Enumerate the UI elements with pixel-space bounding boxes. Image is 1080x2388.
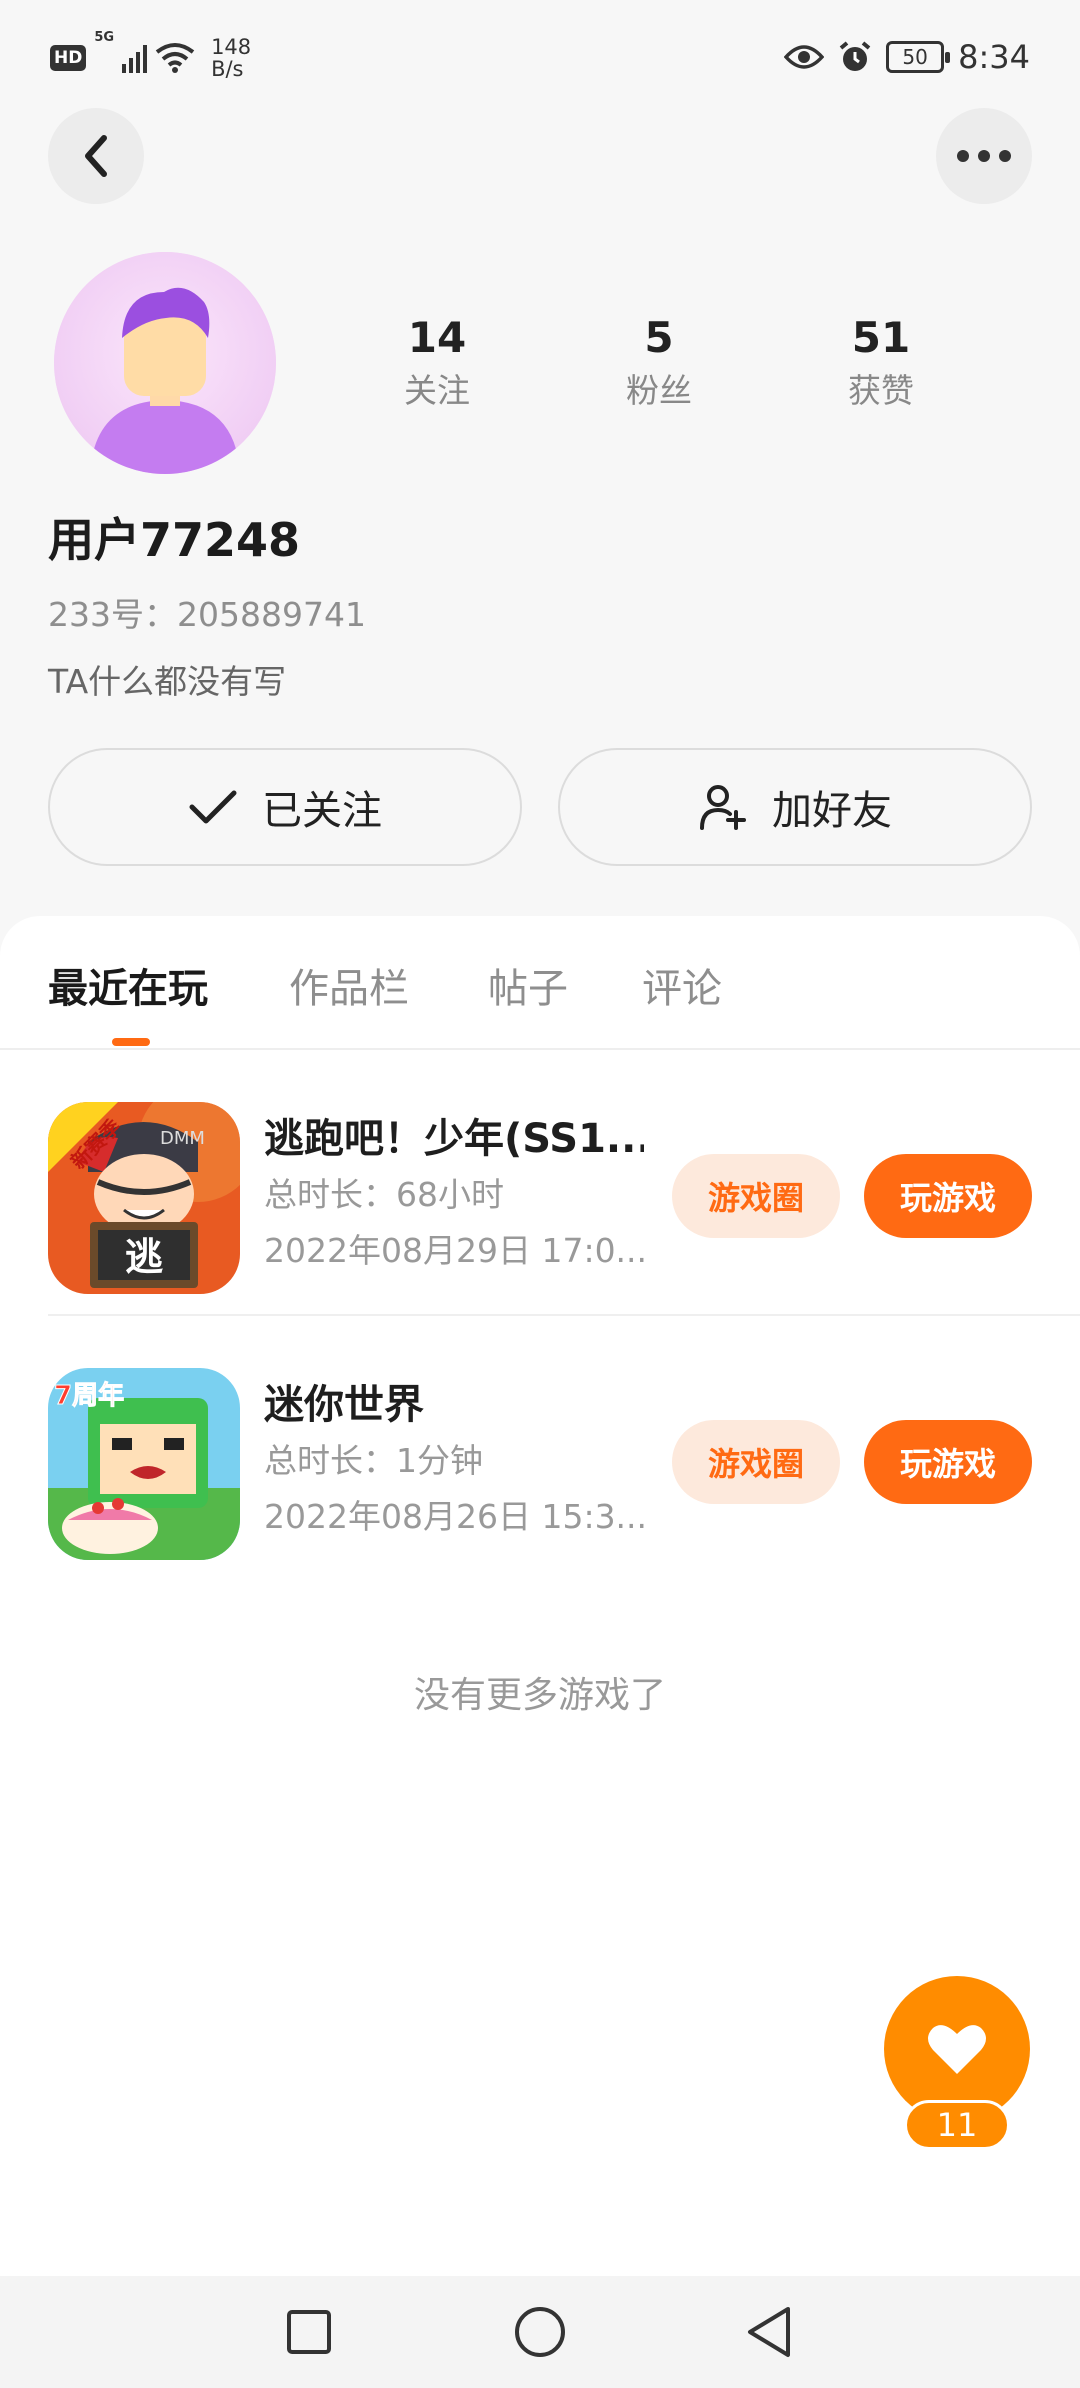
game-icon-badge: 7周年 bbox=[54, 1380, 124, 1411]
no-more-games-text: 没有更多游戏了 bbox=[413, 1675, 666, 1716]
game-circle-button[interactable]: 游戏圈 bbox=[672, 1154, 840, 1238]
stat-following-label: 关注 bbox=[404, 371, 470, 410]
stat-following[interactable]: 14 关注 bbox=[347, 310, 527, 416]
game-duration: 总时长：1分钟 bbox=[264, 1441, 483, 1480]
tab-recent-play[interactable]: 最近在玩 bbox=[48, 956, 208, 1014]
user-id: 233号：205889741 bbox=[48, 595, 366, 634]
hd-icon: HD bbox=[50, 45, 87, 71]
status-bar-right: 50 8:34 bbox=[784, 38, 1030, 76]
avatar[interactable] bbox=[54, 252, 276, 474]
status-bar-left: HD 5G 148 B/s bbox=[50, 30, 251, 80]
followed-button[interactable]: 已关注 bbox=[48, 748, 522, 866]
stat-fans-label: 粉丝 bbox=[626, 371, 692, 410]
tab-posts[interactable]: 帖子 bbox=[488, 956, 568, 1014]
recent-apps-button[interactable] bbox=[275, 2298, 343, 2366]
signal-type-label: 5G bbox=[94, 30, 115, 45]
tab-comments[interactable]: 评论 bbox=[642, 956, 722, 1014]
add-user-icon bbox=[700, 785, 746, 830]
stat-fans[interactable]: 5 粉丝 bbox=[569, 310, 749, 416]
nav-back-button[interactable] bbox=[735, 2298, 803, 2366]
game-icon-art: DMM 逃 新赛季 bbox=[48, 1102, 240, 1294]
signal-icon bbox=[122, 43, 148, 73]
wifi-icon bbox=[155, 43, 195, 73]
game-list-item[interactable]: DMM 逃 新赛季 逃跑吧！少年(SS1... 总时长：68小时 2022年08… bbox=[0, 1050, 1080, 1316]
game-duration: 总时长：68小时 bbox=[264, 1175, 504, 1214]
tab-indicator bbox=[112, 1038, 150, 1046]
net-speed-value: 148 bbox=[211, 35, 252, 59]
stat-likes-label: 获赞 bbox=[848, 371, 914, 410]
tab-works[interactable]: 作品栏 bbox=[289, 956, 409, 1014]
net-speed-unit: B/s bbox=[211, 57, 244, 81]
play-game-button[interactable]: 玩游戏 bbox=[864, 1420, 1032, 1504]
more-horizontal-icon bbox=[957, 150, 1011, 162]
recent-apps-icon bbox=[287, 2310, 331, 2354]
followed-button-label: 已关注 bbox=[262, 788, 382, 834]
chevron-left-icon bbox=[85, 135, 107, 177]
battery-icon: 50 bbox=[886, 41, 951, 73]
game-icon-text: DMM bbox=[160, 1128, 205, 1149]
check-icon bbox=[189, 790, 237, 824]
heart-icon bbox=[928, 2025, 986, 2074]
home-button[interactable] bbox=[506, 2298, 574, 2366]
more-button[interactable] bbox=[936, 108, 1032, 204]
tab-bar: 最近在玩 作品栏 帖子 评论 bbox=[0, 916, 1080, 1050]
stat-fans-count: 5 bbox=[644, 313, 674, 362]
status-time: 8:34 bbox=[958, 38, 1030, 76]
eye-icon bbox=[784, 45, 825, 69]
add-friend-button[interactable]: 加好友 bbox=[558, 748, 1032, 866]
home-icon bbox=[515, 2307, 565, 2357]
add-friend-button-label: 加好友 bbox=[772, 788, 892, 834]
game-icon: DMM 逃 新赛季 bbox=[48, 1102, 240, 1294]
game-last-played: 2022年08月29日 17:0... bbox=[264, 1231, 648, 1270]
like-count-badge: 11 bbox=[904, 2100, 1010, 2150]
system-nav-bar bbox=[0, 2276, 1080, 2388]
game-icon-art: 7周年 bbox=[48, 1368, 240, 1560]
status-bar: HD 5G 148 B/s 50 8:34 bbox=[0, 0, 1080, 120]
game-title: 迷你世界 bbox=[264, 1382, 424, 1428]
game-last-played: 2022年08月26日 15:3... bbox=[264, 1497, 648, 1536]
default-avatar-icon bbox=[54, 252, 276, 474]
play-game-button[interactable]: 玩游戏 bbox=[864, 1154, 1032, 1238]
stat-likes[interactable]: 51 获赞 bbox=[791, 310, 971, 416]
stat-following-count: 14 bbox=[407, 313, 467, 362]
game-list-item[interactable]: 7周年 迷你世界 总时长：1分钟 2022年08月26日 15:3... 游戏圈… bbox=[0, 1316, 1080, 1582]
user-bio: TA什么都没有写 bbox=[48, 662, 287, 701]
game-circle-button[interactable]: 游戏圈 bbox=[672, 1420, 840, 1504]
game-title: 逃跑吧！少年(SS1... bbox=[264, 1116, 644, 1162]
game-icon: 7周年 bbox=[48, 1368, 240, 1560]
stat-likes-count: 51 bbox=[851, 313, 911, 362]
username: 用户77248 bbox=[48, 513, 301, 567]
back-icon bbox=[748, 2307, 790, 2357]
net-speed: 148 B/s bbox=[211, 36, 251, 80]
game-icon-sign: 逃 bbox=[125, 1235, 163, 1279]
alarm-icon bbox=[839, 41, 871, 71]
back-button[interactable] bbox=[48, 108, 144, 204]
